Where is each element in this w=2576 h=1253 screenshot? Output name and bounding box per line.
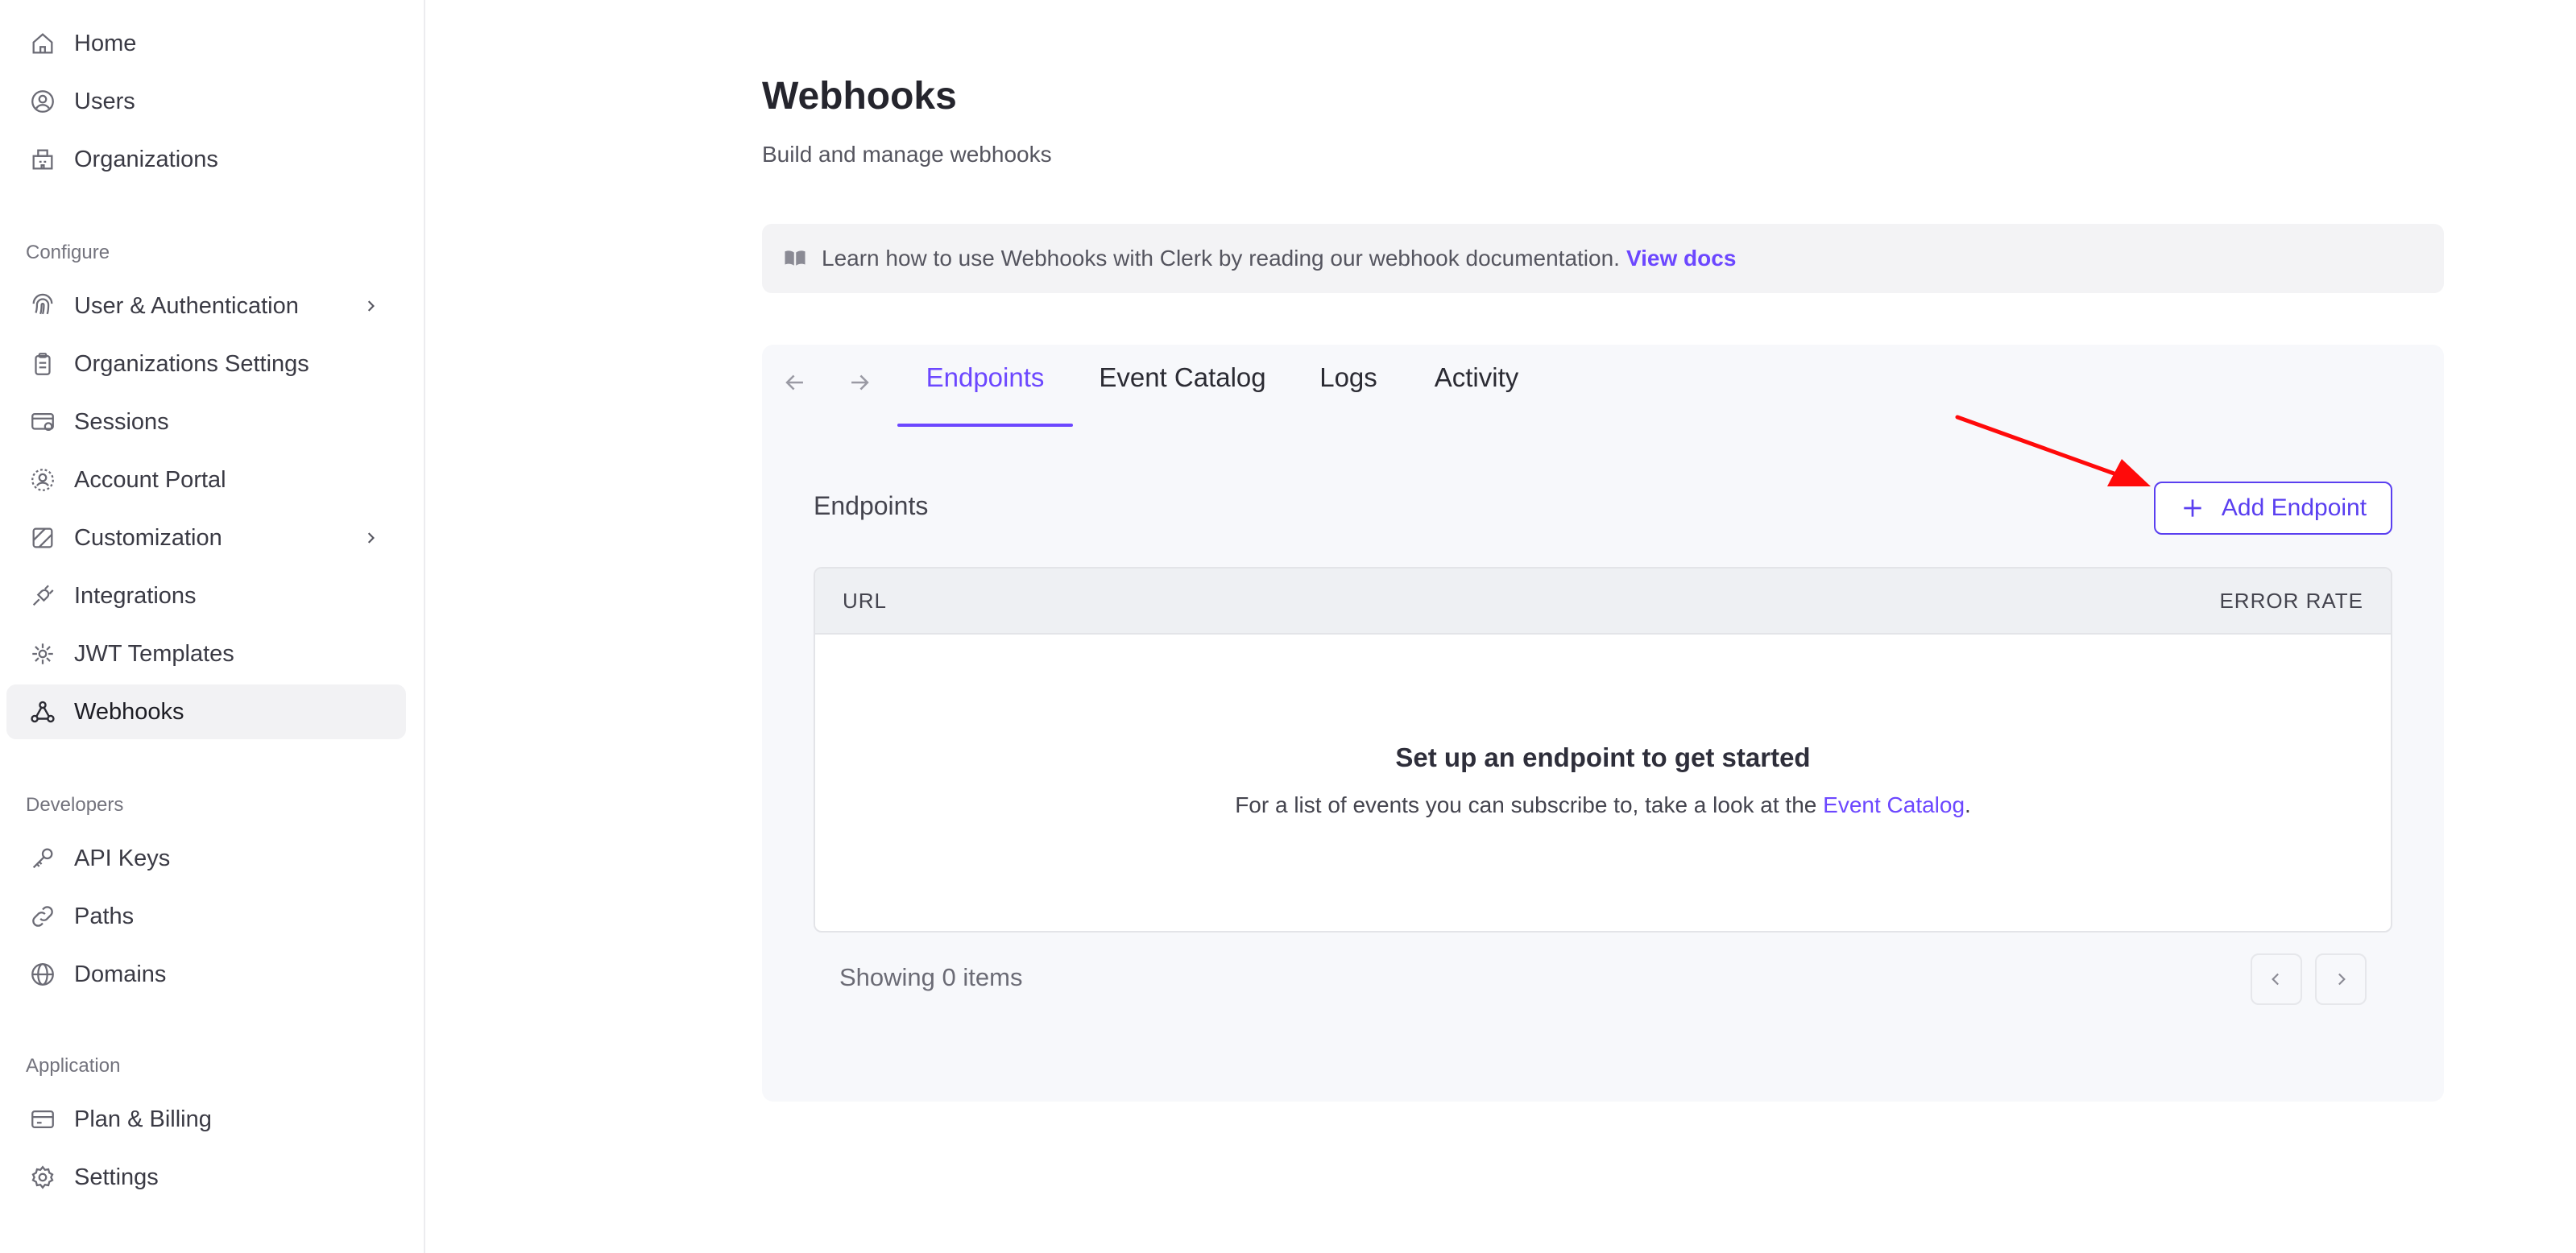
sidebar-item-user-authentication[interactable]: User & Authentication xyxy=(6,279,406,333)
sidebar-item-label: Account Portal xyxy=(74,466,226,493)
sidebar-item-settings[interactable]: Settings xyxy=(6,1150,406,1205)
sidebar-item-label: API Keys xyxy=(74,845,171,871)
section-label-developers: Developers xyxy=(26,794,124,816)
sidebar-item-organizations[interactable]: Organizations xyxy=(6,132,406,187)
event-catalog-link[interactable]: Event Catalog xyxy=(1823,792,1965,817)
add-endpoint-label: Add Endpoint xyxy=(2221,494,2367,521)
empty-desc-period: . xyxy=(1965,792,1971,817)
page-title: Webhooks xyxy=(762,75,957,118)
sidebar-item-users[interactable]: Users xyxy=(6,74,406,129)
sidebar-item-label: Organizations xyxy=(74,146,218,172)
chevron-right-icon xyxy=(367,300,375,312)
sidebar-item-home[interactable]: Home xyxy=(6,16,406,71)
chevron-left-icon xyxy=(2272,973,2279,986)
sidebar-item-plan-billing[interactable]: Plan & Billing xyxy=(6,1092,406,1147)
sidebar-item-label: Integrations xyxy=(74,582,197,609)
sidebar-item-label: Sessions xyxy=(74,408,169,435)
sidebar-item-jwt-templates[interactable]: JWT Templates xyxy=(6,626,406,681)
fingerprint-icon xyxy=(27,291,58,321)
empty-state-description: For a list of events you can subscribe t… xyxy=(815,792,2391,818)
sidebar-item-label: Settings xyxy=(74,1164,159,1190)
globe-icon xyxy=(27,959,58,990)
page-subtitle: Build and manage webhooks xyxy=(762,142,1052,167)
sidebar-item-label: User & Authentication xyxy=(74,292,299,319)
banner-text: Learn how to use Webhooks with Clerk by … xyxy=(822,246,1620,271)
webhook-icon xyxy=(27,697,58,727)
view-docs-link[interactable]: View docs xyxy=(1626,246,1736,271)
column-header-error-rate[interactable]: ERROR RATE xyxy=(2219,589,2363,614)
user-circle-icon xyxy=(27,86,58,117)
link-icon xyxy=(27,901,58,932)
webhooks-panel: Endpoints Event Catalog Logs Activity En… xyxy=(762,345,2444,1102)
chevron-right-icon xyxy=(2338,973,2346,986)
sidebar-item-domains[interactable]: Domains xyxy=(6,947,406,1002)
sidebar-item-account-portal[interactable]: Account Portal xyxy=(6,453,406,507)
tab-logs[interactable]: Logs xyxy=(1318,362,1379,427)
endpoints-section-title: Endpoints xyxy=(814,491,929,520)
sidebar-item-integrations[interactable]: Integrations xyxy=(6,569,406,623)
sidebar-item-label: Webhooks xyxy=(74,698,184,725)
book-icon xyxy=(785,250,806,266)
next-page-button[interactable] xyxy=(2315,953,2367,1005)
items-count: Showing 0 items xyxy=(839,963,1023,991)
plus-icon xyxy=(2184,499,2201,517)
chevron-right-icon xyxy=(367,532,375,544)
sidebar-item-customization[interactable]: Customization xyxy=(6,511,406,565)
sidebar-item-sessions[interactable]: Sessions xyxy=(6,395,406,449)
column-header-url[interactable]: URL xyxy=(843,589,887,614)
section-label-configure: Configure xyxy=(26,242,110,263)
tab-activity[interactable]: Activity xyxy=(1431,362,1522,427)
prev-page-button[interactable] xyxy=(2251,953,2302,1005)
building-icon xyxy=(27,144,58,175)
sidebar-item-label: Paths xyxy=(74,903,135,929)
sidebar-item-organizations-settings[interactable]: Organizations Settings xyxy=(6,337,406,391)
session-icon xyxy=(27,407,58,437)
sidebar-item-label: Home xyxy=(74,30,137,56)
sidebar-item-label: Plan & Billing xyxy=(74,1106,212,1132)
sidebar-item-paths[interactable]: Paths xyxy=(6,889,406,944)
sidebar-item-label: JWT Templates xyxy=(74,640,234,667)
sidebar-item-webhooks[interactable]: Webhooks xyxy=(6,684,406,739)
tab-event-catalog[interactable]: Event Catalog xyxy=(1097,362,1268,427)
empty-desc-text: For a list of events you can subscribe t… xyxy=(1235,792,1817,817)
sidebar-item-label: Domains xyxy=(74,961,167,987)
portal-icon xyxy=(27,465,58,495)
tab-endpoints[interactable]: Endpoints xyxy=(897,362,1073,427)
docs-banner: Learn how to use Webhooks with Clerk by … xyxy=(762,224,2444,293)
gear-icon xyxy=(27,1162,58,1193)
palette-icon xyxy=(27,523,58,553)
sidebar: Home Users Organizations Configure User … xyxy=(0,0,425,1253)
table-header: URL ERROR RATE xyxy=(815,569,2391,635)
add-endpoint-button[interactable]: Add Endpoint xyxy=(2154,482,2392,535)
home-icon xyxy=(27,28,58,59)
empty-state-title: Set up an endpoint to get started xyxy=(1395,742,1811,772)
key-icon xyxy=(27,843,58,874)
sidebar-item-label: Customization xyxy=(74,524,222,551)
endpoints-table: URL ERROR RATE Set up an endpoint to get… xyxy=(814,567,2392,933)
sidebar-item-label: Organizations Settings xyxy=(74,350,309,377)
plug-icon xyxy=(27,581,58,611)
sidebar-item-api-keys[interactable]: API Keys xyxy=(6,831,406,886)
back-arrow-icon[interactable] xyxy=(781,369,809,396)
annotation-arrow-icon xyxy=(1955,415,2151,486)
sidebar-item-label: Users xyxy=(74,88,135,114)
clipboard-icon xyxy=(27,349,58,379)
credit-card-icon xyxy=(27,1104,58,1135)
jwt-icon xyxy=(27,639,58,669)
forward-arrow-icon[interactable] xyxy=(846,369,873,396)
section-label-application: Application xyxy=(26,1055,121,1077)
